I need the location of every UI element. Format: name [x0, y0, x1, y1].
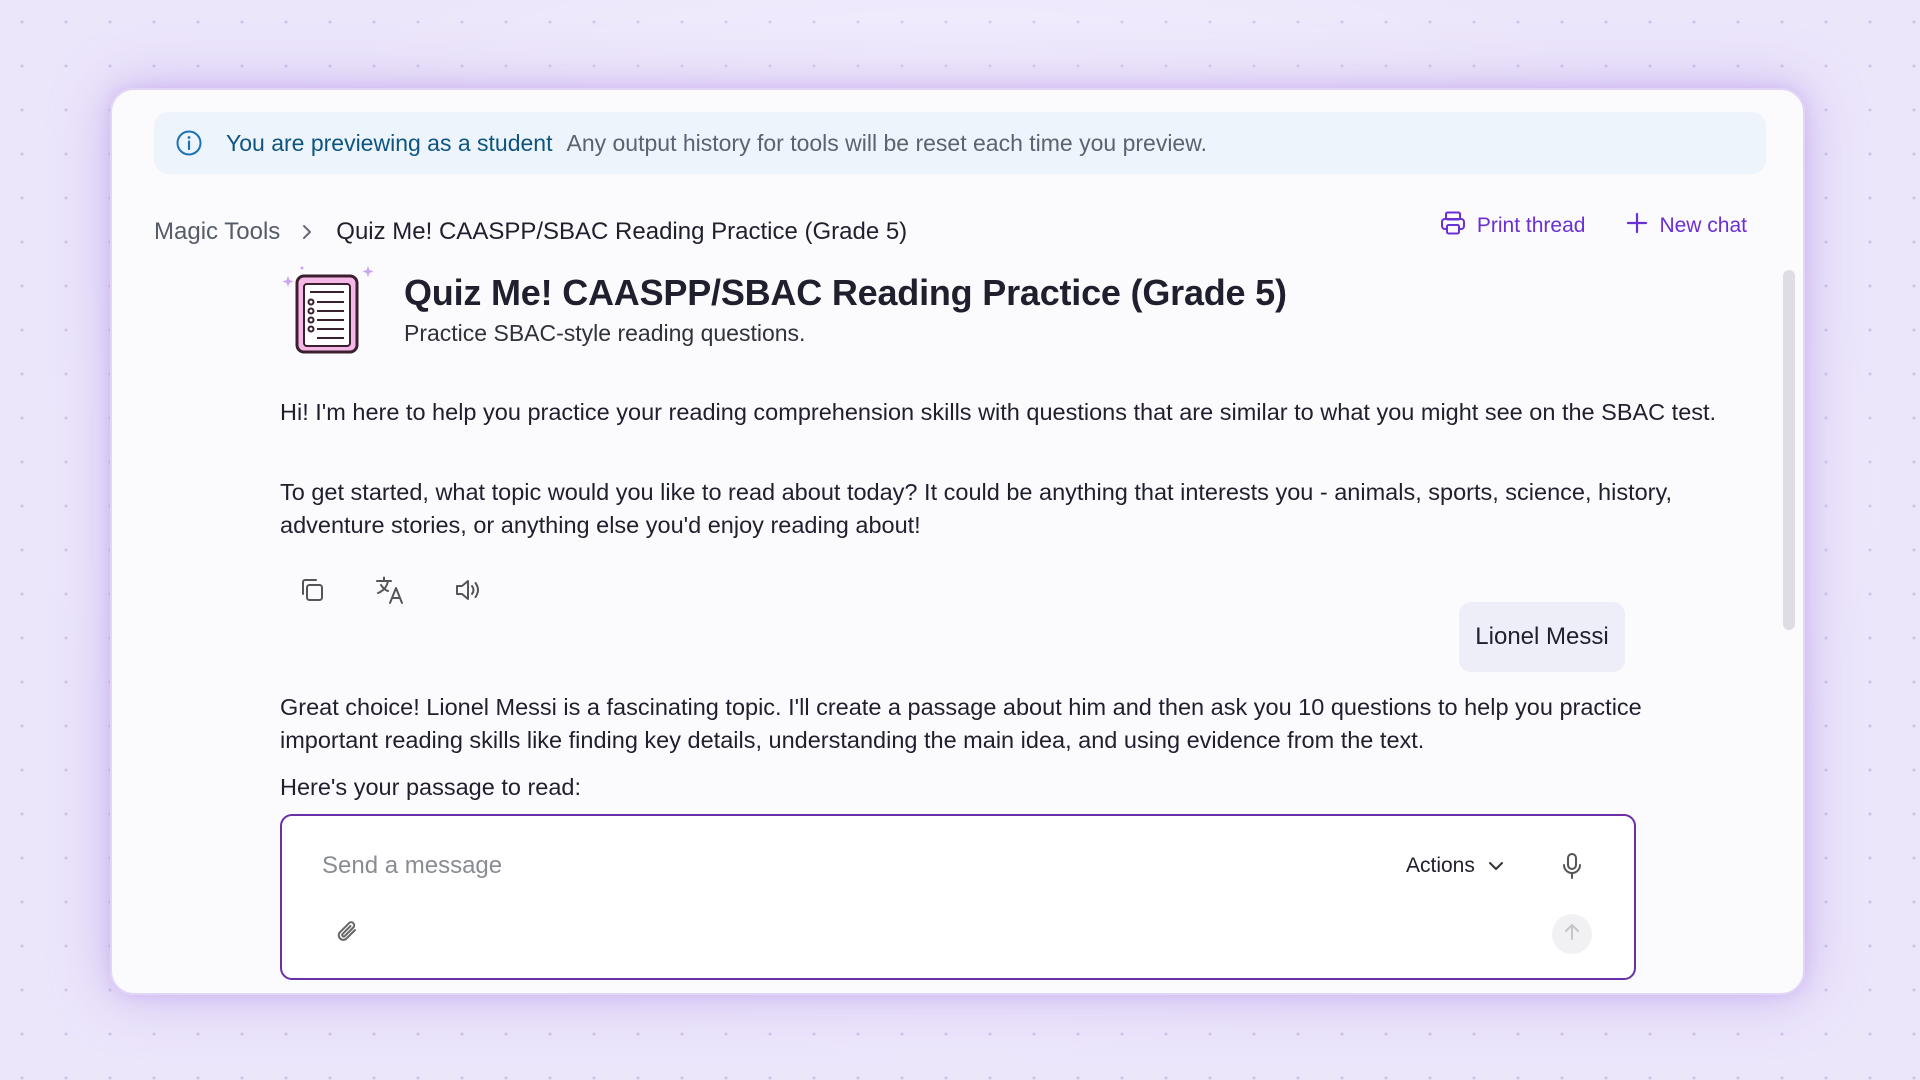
preview-banner: You are previewing as a student Any outp… — [154, 112, 1766, 174]
assistant-message-paragraph: Hi! I'm here to help you practice your r… — [280, 399, 1717, 425]
microphone-icon[interactable] — [1554, 848, 1590, 884]
assistant-message-paragraph: Here's your passage to read: — [280, 774, 582, 800]
message-input[interactable] — [322, 846, 1282, 886]
translate-icon[interactable] — [370, 570, 410, 610]
paperclip-icon[interactable] — [330, 914, 366, 950]
print-thread-label: Print thread — [1476, 214, 1586, 237]
message-composer: Actions — [280, 814, 1636, 980]
speaker-icon[interactable] — [448, 570, 488, 610]
info-icon — [174, 128, 204, 158]
message-actions — [292, 570, 488, 610]
plus-icon — [1625, 211, 1649, 241]
breadcrumb-current: Quiz Me! CAASPP/SBAC Reading Practice (G… — [336, 218, 908, 245]
banner-description: Any output history for tools will be res… — [566, 129, 1207, 156]
scrollbar[interactable] — [1783, 270, 1795, 630]
printer-icon — [1439, 209, 1467, 243]
new-chat-button[interactable]: New chat — [1625, 211, 1747, 241]
actions-label: Actions — [1406, 854, 1475, 877]
user-message: Lionel Messi — [1459, 602, 1625, 672]
assistant-message-paragraph: Great choice! Lionel Messi is a fascinat… — [280, 694, 1642, 753]
banner-title: You are previewing as a student — [226, 129, 553, 156]
breadcrumb-magic-tools[interactable]: Magic Tools — [154, 218, 280, 246]
app-window: You are previewing as a student Any outp… — [110, 88, 1805, 995]
new-chat-label: New chat — [1659, 214, 1747, 237]
top-actions: Print thread New chat — [1439, 206, 1747, 246]
breadcrumb: Magic Tools Quiz Me! CAASPP/SBAC Reading… — [154, 212, 907, 252]
arrow-up-icon — [1561, 921, 1583, 948]
tool-header: Quiz Me! CAASPP/SBAC Reading Practice (G… — [280, 262, 1287, 362]
tool-subtitle: Practice SBAC-style reading questions. — [404, 320, 806, 346]
tool-title: Quiz Me! CAASPP/SBAC Reading Practice (G… — [404, 272, 1287, 313]
chevron-down-icon — [1487, 854, 1505, 878]
chevron-right-icon — [300, 222, 314, 242]
actions-dropdown[interactable]: Actions — [1406, 846, 1505, 886]
send-button[interactable] — [1552, 914, 1592, 954]
copy-icon[interactable] — [292, 570, 332, 610]
assistant-message-paragraph: To get started, what topic would you lik… — [280, 479, 1673, 538]
quiz-document-icon — [280, 262, 380, 362]
print-thread-button[interactable]: Print thread — [1439, 209, 1586, 243]
tool-text: Quiz Me! CAASPP/SBAC Reading Practice (G… — [404, 262, 1287, 347]
